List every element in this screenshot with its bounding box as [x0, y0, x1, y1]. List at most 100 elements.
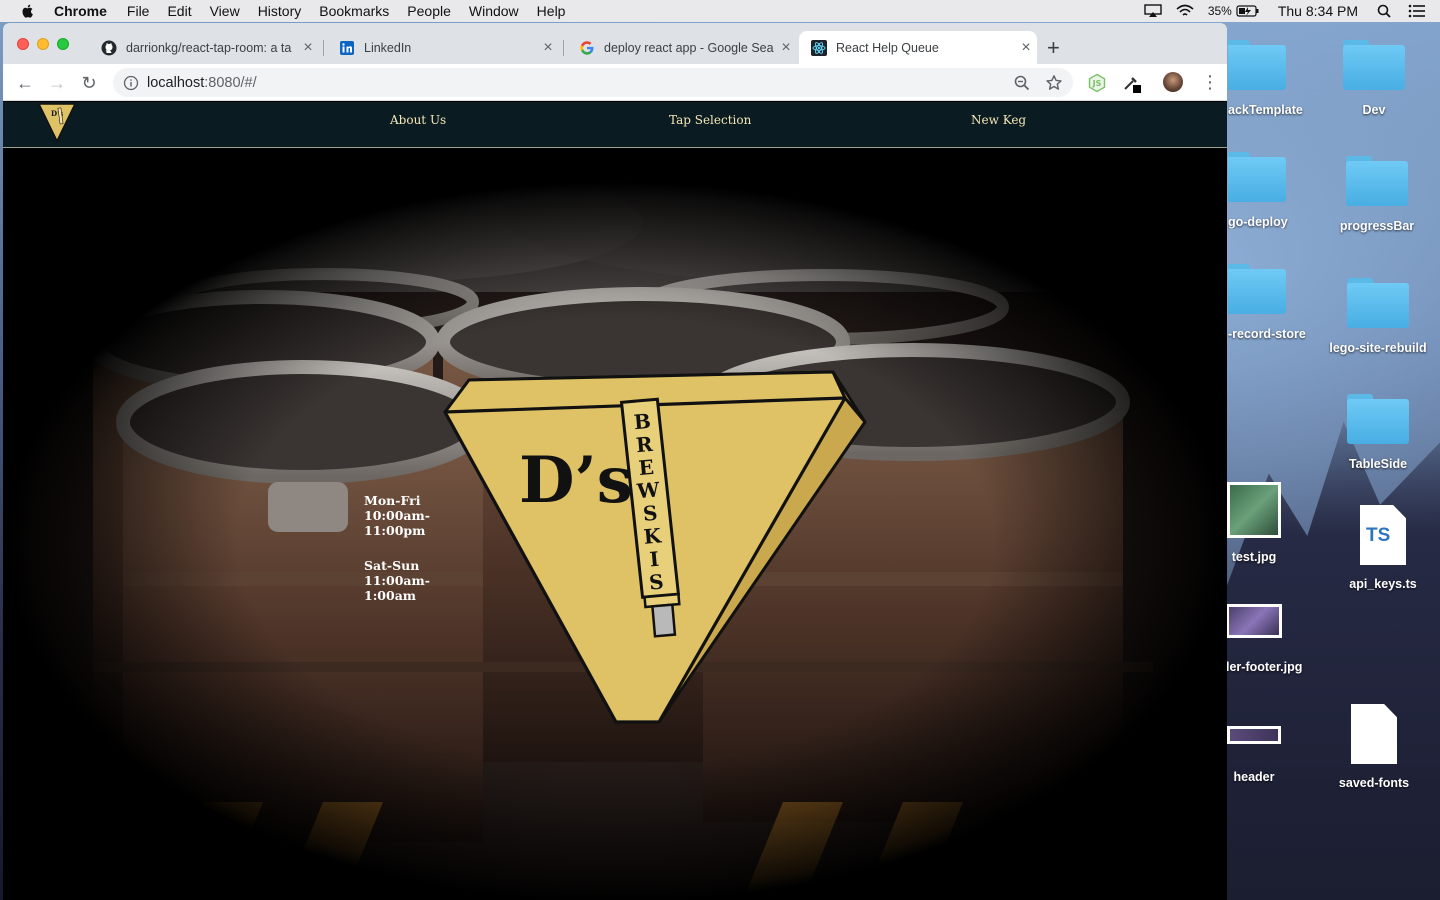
- tab-title: darrionkg/react-tap-room: a ta: [126, 40, 292, 55]
- tab-strip: darrionkg/react-tap-room: a ta × LinkedI…: [3, 23, 1227, 64]
- tab-google-search[interactable]: deploy react app - Google Sea ×: [567, 31, 797, 64]
- menu-bookmarks[interactable]: Bookmarks: [319, 3, 389, 19]
- desktop-folder-record-store[interactable]: -record-store: [1228, 264, 1318, 341]
- desktop-folder-progressbar[interactable]: progressBar: [1334, 156, 1420, 233]
- weekday-open: 10:00am-: [364, 508, 430, 523]
- profile-avatar[interactable]: [1163, 72, 1183, 92]
- site-navbar: D's About Us Tap Selection New Keg: [3, 102, 1227, 148]
- menu-file[interactable]: File: [127, 3, 150, 19]
- omnibox-actions: [999, 74, 1063, 92]
- new-tab-plus-icon[interactable]: +: [1047, 35, 1060, 61]
- menu-edit[interactable]: Edit: [167, 3, 191, 19]
- tab-close-icon[interactable]: ×: [775, 39, 797, 57]
- chrome-window: darrionkg/react-tap-room: a ta × LinkedI…: [3, 23, 1227, 900]
- tab-divider: [563, 40, 564, 56]
- logo-ds-text: D’s: [519, 443, 633, 518]
- menu-app-chrome[interactable]: Chrome: [54, 3, 107, 19]
- tap-letter: S: [648, 569, 664, 594]
- linkedin-icon: [340, 40, 354, 55]
- desktop-folder-lego-site-rebuild[interactable]: lego-site-rebuild: [1322, 278, 1434, 355]
- browser-toolbar: ← → ↻ localhost:8080/#/ JS ⋮: [3, 64, 1227, 101]
- folder-icon: [1228, 264, 1286, 314]
- nav-about-us-link[interactable]: About Us: [390, 113, 446, 127]
- url-path: :8080/#/: [204, 74, 257, 91]
- tab-title: LinkedIn: [364, 40, 412, 55]
- desktop-file-test-jpg[interactable]: test.jpg: [1226, 482, 1282, 564]
- menu-people[interactable]: People: [407, 3, 451, 19]
- weekday-hours: Mon-Fri 10:00am- 11:00pm: [364, 493, 444, 538]
- window-maximize-button[interactable]: [57, 38, 69, 50]
- extension-eyedropper-icon[interactable]: [1121, 73, 1141, 93]
- tab-divider: [323, 40, 324, 56]
- battery-percent: 35%: [1207, 4, 1232, 18]
- reload-icon[interactable]: ↻: [79, 73, 99, 93]
- menu-history[interactable]: History: [258, 3, 302, 19]
- image-thumbnail-icon: [1227, 482, 1281, 538]
- menu-help[interactable]: Help: [537, 3, 566, 19]
- tab-close-icon[interactable]: ×: [537, 39, 559, 57]
- spotlight-search-icon[interactable]: [1376, 4, 1394, 18]
- svg-text:JS: JS: [1092, 79, 1102, 88]
- folder-icon: [1343, 40, 1405, 90]
- desktop-file-api-keys-ts[interactable]: TS api_keys.ts: [1343, 505, 1423, 591]
- zoom-icon[interactable]: [1013, 74, 1031, 92]
- ds-brewskis-logo: D’s B R E W S K I S: [443, 370, 867, 724]
- airplay-icon[interactable]: [1144, 4, 1162, 18]
- tap-letter: W: [635, 477, 661, 503]
- react-icon: [811, 39, 827, 56]
- menu-window[interactable]: Window: [469, 3, 519, 19]
- desktop-folder-dev[interactable]: Dev: [1334, 40, 1414, 117]
- opening-hours: Mon-Fri 10:00am- 11:00pm Sat-Sun 11:00am…: [364, 493, 444, 623]
- desktop-file-footer-jpg[interactable]: ler-footer.jpg: [1226, 604, 1316, 674]
- tab-react-help-queue[interactable]: React Help Queue ×: [799, 31, 1037, 64]
- tap-letter: K: [643, 523, 663, 548]
- desktop-file-header[interactable]: header: [1226, 726, 1282, 784]
- site-logo[interactable]: D's: [37, 102, 77, 142]
- desktop-folder-tableside[interactable]: TableSide: [1338, 394, 1418, 471]
- image-thumbnail-icon: [1227, 726, 1281, 744]
- desktop-folder-acktemplate[interactable]: ackTemplate: [1228, 40, 1308, 117]
- nav-tap-selection-link[interactable]: Tap Selection: [669, 113, 751, 127]
- github-icon: [101, 40, 117, 55]
- tab-close-icon[interactable]: ×: [297, 39, 319, 57]
- folder-icon: [1228, 40, 1286, 90]
- menu-view[interactable]: View: [210, 3, 240, 19]
- back-arrow-icon[interactable]: ←: [15, 73, 35, 93]
- typescript-file-icon: TS: [1360, 505, 1406, 565]
- folder-icon: [1346, 156, 1408, 206]
- extension-node-icon[interactable]: JS: [1087, 73, 1107, 93]
- tab-linkedin[interactable]: LinkedIn ×: [327, 31, 559, 64]
- tab-title: deploy react app - Google Sea: [604, 40, 774, 55]
- tap-letter: R: [635, 432, 654, 457]
- site-info-icon[interactable]: [123, 75, 139, 91]
- menubar-clock[interactable]: Thu 8:34 PM: [1278, 3, 1358, 19]
- desktop-folder-go-deploy[interactable]: go-deploy: [1228, 152, 1308, 229]
- weekend-open: 11:00am-: [364, 573, 430, 588]
- chrome-menu-icon[interactable]: ⋮: [1201, 72, 1219, 92]
- battery-charging-icon[interactable]: [1236, 4, 1260, 18]
- bookmark-star-icon[interactable]: [1045, 74, 1063, 92]
- window-close-button[interactable]: [17, 38, 29, 50]
- address-bar[interactable]: localhost:8080/#/: [113, 68, 1073, 97]
- window-minimize-button[interactable]: [37, 38, 49, 50]
- macos-menubar: Chrome File Edit View History Bookmarks …: [0, 0, 1440, 22]
- page-viewport: D's About Us Tap Selection New Keg Mon-F…: [3, 102, 1227, 900]
- tap-letter: E: [638, 455, 655, 480]
- folder-icon: [1347, 394, 1409, 444]
- weekday-days: Mon-Fri: [364, 493, 421, 508]
- weekend-days: Sat-Sun: [364, 558, 420, 573]
- url-text[interactable]: localhost:8080/#/: [147, 75, 257, 91]
- tab-title: React Help Queue: [836, 40, 939, 55]
- desktop-file-saved-fonts[interactable]: saved-fonts: [1334, 704, 1414, 790]
- forward-arrow-icon[interactable]: →: [47, 73, 67, 93]
- tab-github[interactable]: darrionkg/react-tap-room: a ta ×: [89, 31, 319, 64]
- wifi-icon[interactable]: [1176, 4, 1194, 18]
- apple-menu-icon[interactable]: [20, 3, 36, 19]
- notification-center-icon[interactable]: [1408, 4, 1426, 18]
- image-thumbnail-icon: [1226, 604, 1282, 638]
- tab-close-icon[interactable]: ×: [1015, 39, 1037, 57]
- weekday-close: 11:00pm: [364, 523, 426, 538]
- url-host: localhost: [147, 74, 205, 91]
- tap-letter: S: [642, 501, 658, 526]
- nav-new-keg-link[interactable]: New Keg: [971, 113, 1026, 127]
